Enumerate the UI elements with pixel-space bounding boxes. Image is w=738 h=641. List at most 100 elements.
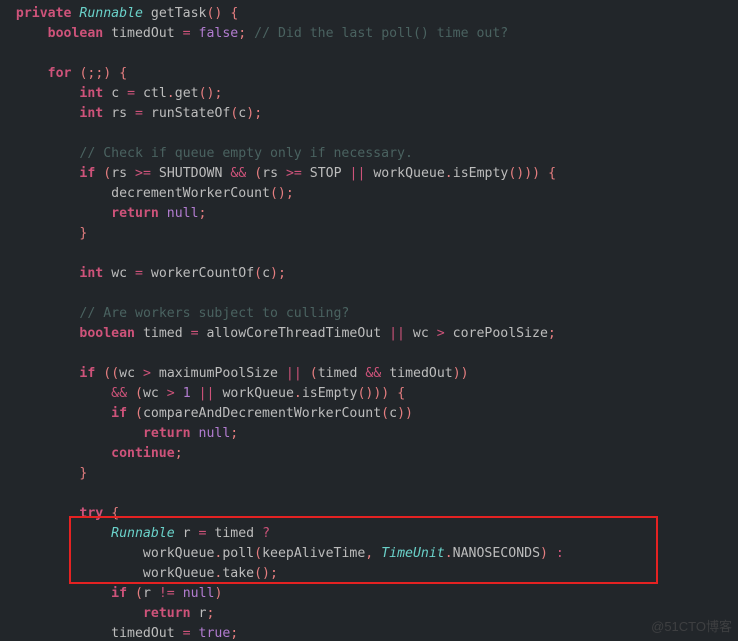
code-token: > [437,326,445,341]
code-token: ) [524,166,532,181]
code-token [127,406,135,421]
code-token: ; [230,426,238,441]
code-token: isEmpty [302,386,358,401]
code-token: ( [135,406,143,421]
code-line: if (compareAndDecrementWorkerCount(c)) [0,404,738,424]
code-line: try { [0,504,738,524]
code-token: workQueue [215,386,294,401]
code-token: { [397,386,405,401]
code-line [0,244,738,264]
code-token: { [230,6,238,21]
code-token [540,166,548,181]
code-token: () [199,86,215,101]
code-line [0,484,738,504]
code-token: || [389,326,405,341]
code-token [302,366,310,381]
code-token: ; [238,26,246,41]
code-token: maximumPoolSize [151,366,286,381]
code-token: // Check if queue empty only if necessar… [79,146,412,161]
code-token: || [350,166,366,181]
code-token: ( [310,366,318,381]
code-token [175,586,183,601]
code-token: wc [103,266,135,281]
code-token: TimeUnit [381,546,445,561]
code-token: || [286,366,302,381]
code-token: corePoolSize [445,326,548,341]
code-line: if (r != null) [0,584,738,604]
code-token [16,206,111,221]
code-token [16,306,80,321]
code-token [127,586,135,601]
code-line [0,344,738,364]
code-token: // Are workers subject to culling? [79,306,349,321]
code-token: STOP [302,166,350,181]
code-token: . [294,386,302,401]
code-token: ( [254,166,262,181]
code-token: true [199,626,231,641]
code-token: ( [381,406,389,421]
code-token [373,546,381,561]
code-token [16,266,80,281]
code-token [16,66,48,81]
code-token: if [79,166,95,181]
code-token: null [183,586,215,601]
code-token: wc [143,386,167,401]
code-token: ( [135,586,143,601]
code-line: return null; [0,204,738,224]
code-token [16,506,80,521]
code-line: if (rs >= SHUTDOWN && (rs >= STOP || wor… [0,164,738,184]
code-token: workQueue [365,166,444,181]
code-token: rs [111,166,135,181]
code-token: . [445,166,453,181]
code-token: { [111,506,119,521]
code-token: try [79,506,103,521]
code-line: // Check if queue empty only if necessar… [0,144,738,164]
code-token: ( [254,266,262,281]
code-token [16,526,111,541]
code-token: (( [103,366,119,381]
code-token: wc [405,326,437,341]
code-token: allowCoreThreadTimeOut [199,326,390,341]
code-line: } [0,224,738,244]
code-token: = [135,266,143,281]
code-token: return [143,606,191,621]
code-token: } [79,226,87,241]
code-token [16,86,80,101]
code-token: ( [254,546,262,561]
code-line: workQueue.take(); [0,564,738,584]
code-line: timedOut = true; [0,624,738,641]
code-token: = [183,26,191,41]
code-token: wc [119,366,143,381]
code-token [16,426,143,441]
code-token: poll [222,546,254,561]
code-line [0,284,738,304]
code-token: workQueue [16,566,215,581]
code-token: runStateOf [151,106,230,121]
code-token: for [48,66,72,81]
code-token [548,546,556,561]
code-token: compareAndDecrementWorkerCount [143,406,381,421]
code-token: ; [286,186,294,201]
code-token: timedOut [16,626,183,641]
code-token: timed [135,326,191,341]
code-line: Runnable r = timed ? [0,524,738,544]
code-token: null [167,206,199,221]
code-token: workerCountOf [151,266,254,281]
code-line: for (;;) { [0,64,738,84]
code-token [159,206,167,221]
code-token: ; [214,86,222,101]
code-line: return null; [0,424,738,444]
code-token: >= [135,166,151,181]
code-line [0,124,738,144]
code-token: () [357,386,373,401]
code-token: int [79,266,103,281]
code-token: return [111,206,159,221]
code-line: private Runnable getTask() { [0,4,738,24]
code-token: r [191,606,207,621]
code-token [191,426,199,441]
code-token: if [79,366,95,381]
code-token: > [167,386,175,401]
code-token: ) [246,106,254,121]
code-token: { [119,66,127,81]
code-token: )) [453,366,469,381]
